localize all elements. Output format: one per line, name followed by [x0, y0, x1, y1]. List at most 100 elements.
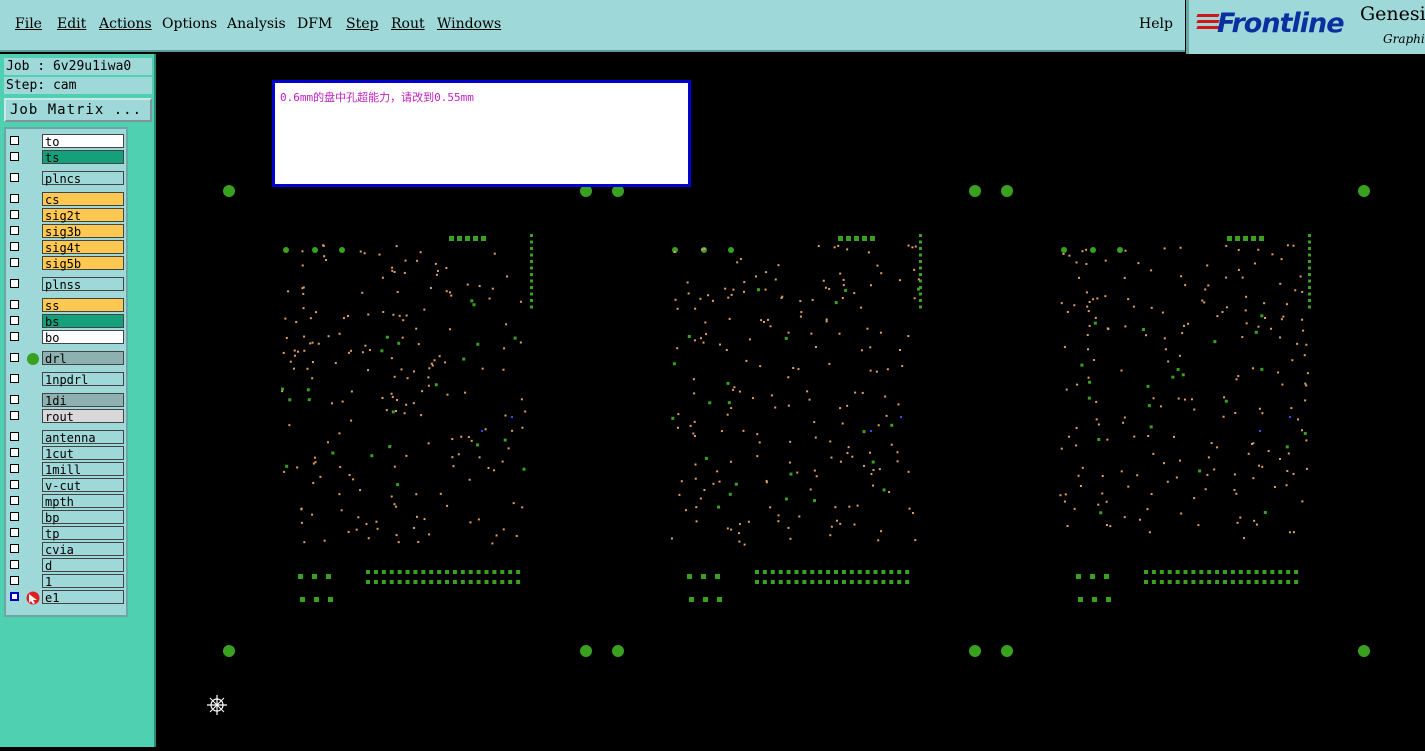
layer-row[interactable]: v-cut	[8, 478, 126, 493]
layer-row[interactable]: sig3b	[8, 224, 126, 239]
component-dot	[437, 269, 440, 272]
layer-checkbox[interactable]	[10, 448, 19, 457]
layer-checkbox[interactable]	[10, 576, 19, 585]
layer-row[interactable]: ts	[8, 150, 126, 165]
test-pad	[882, 488, 886, 492]
layer-row[interactable]: plncs	[8, 171, 126, 186]
layer-row[interactable]: antenna	[8, 430, 126, 445]
component-dot	[323, 539, 326, 542]
menu-step[interactable]: Step	[346, 16, 378, 32]
layer-row[interactable]: plnss	[8, 277, 126, 292]
layer-row[interactable]: to	[8, 134, 126, 149]
layer-checkbox[interactable]	[10, 464, 19, 473]
layer-row[interactable]: cvia	[8, 542, 126, 557]
via-blue	[511, 416, 513, 418]
layer-checkbox[interactable]	[10, 173, 19, 182]
layer-row[interactable]: drl	[8, 351, 126, 366]
component-dot	[457, 453, 460, 456]
layer-name: sig3b	[42, 224, 124, 239]
menu-options[interactable]: Options	[162, 16, 217, 32]
job-matrix-button[interactable]: Job Matrix ...	[4, 98, 152, 122]
menu-analysis[interactable]: Analysis	[227, 16, 286, 32]
component-dot	[381, 276, 384, 279]
layer-checkbox[interactable]	[10, 560, 19, 569]
layer-checkbox[interactable]	[10, 258, 19, 267]
connector-pin	[755, 570, 759, 574]
component-dot	[1279, 457, 1282, 460]
layer-checkbox[interactable]	[10, 136, 19, 145]
layer-row[interactable]: d	[8, 558, 126, 573]
layer-row[interactable]: 1npdrl	[8, 372, 126, 387]
component-dot	[395, 410, 398, 413]
component-dot	[1216, 446, 1219, 449]
layer-row[interactable]: rout	[8, 409, 126, 424]
layer-checkbox[interactable]	[10, 226, 19, 235]
component-dot	[402, 319, 405, 322]
layer-checkbox[interactable]	[10, 242, 19, 251]
component-dot	[814, 436, 817, 439]
layer-row[interactable]: sig2t	[8, 208, 126, 223]
smd-pad	[1243, 236, 1248, 241]
menu-windows[interactable]: Windows	[437, 16, 501, 32]
layer-row[interactable]: 1mill	[8, 462, 126, 477]
test-pad	[476, 342, 480, 346]
layer-checkbox[interactable]	[10, 374, 19, 383]
test-pad	[834, 301, 838, 305]
component-dot	[692, 432, 695, 435]
layer-checkbox[interactable]	[10, 353, 19, 362]
test-pad	[1260, 314, 1264, 318]
component-dot	[1292, 472, 1295, 475]
layer-row[interactable]: tp	[8, 526, 126, 541]
layer-checkbox[interactable]	[10, 316, 19, 325]
layer-row[interactable]: sig4t	[8, 240, 126, 255]
layer-checkbox[interactable]	[10, 194, 19, 203]
layer-checkbox[interactable]	[10, 496, 19, 505]
layer-checkbox[interactable]	[10, 395, 19, 404]
test-pad	[388, 445, 392, 449]
layer-row[interactable]: e1	[8, 590, 126, 605]
menu-rout[interactable]: Rout	[391, 16, 425, 32]
component-dot	[521, 426, 524, 429]
layer-row[interactable]: 1	[8, 574, 126, 589]
layer-checkbox[interactable]	[10, 512, 19, 521]
component-dot	[1123, 516, 1126, 519]
menu-file[interactable]: File	[15, 16, 42, 32]
layer-row[interactable]: mpth	[8, 494, 126, 509]
component-dot	[730, 460, 733, 463]
component-dot	[361, 291, 364, 294]
layer-checkbox[interactable]	[10, 210, 19, 219]
layer-checkbox[interactable]	[10, 411, 19, 420]
layer-name: plnss	[42, 277, 124, 292]
component-dot	[350, 419, 353, 422]
menu-edit[interactable]: Edit	[57, 16, 86, 32]
layer-row[interactable]: ss	[8, 298, 126, 313]
layer-checkbox[interactable]	[10, 544, 19, 553]
layer-row[interactable]: 1cut	[8, 446, 126, 461]
test-pad	[396, 483, 400, 487]
layer-row[interactable]: 1di	[8, 393, 126, 408]
component-dot	[1304, 382, 1307, 385]
layer-checkbox[interactable]	[10, 592, 19, 601]
smd-pad	[530, 299, 533, 302]
component-dot	[446, 504, 449, 507]
menu-help[interactable]: Help	[1139, 16, 1173, 32]
menu-dfm[interactable]: DFM	[297, 16, 332, 32]
layer-checkbox[interactable]	[10, 152, 19, 161]
layer-row[interactable]: cs	[8, 192, 126, 207]
layer-checkbox[interactable]	[10, 279, 19, 288]
layer-checkbox[interactable]	[10, 432, 19, 441]
component-dot	[396, 398, 399, 401]
component-dot	[774, 406, 777, 409]
menu-actions[interactable]: Actions	[99, 16, 152, 32]
layer-row[interactable]: bp	[8, 510, 126, 525]
smd-pad	[328, 597, 333, 602]
layer-name: to	[42, 134, 124, 149]
layer-checkbox[interactable]	[10, 300, 19, 309]
layer-checkbox[interactable]	[10, 480, 19, 489]
layer-row[interactable]: bo	[8, 330, 126, 345]
layer-row[interactable]: sig5b	[8, 256, 126, 271]
layer-row[interactable]: bs	[8, 314, 126, 329]
layer-checkbox[interactable]	[10, 528, 19, 537]
layer-checkbox[interactable]	[10, 332, 19, 341]
component-dot	[347, 530, 350, 533]
